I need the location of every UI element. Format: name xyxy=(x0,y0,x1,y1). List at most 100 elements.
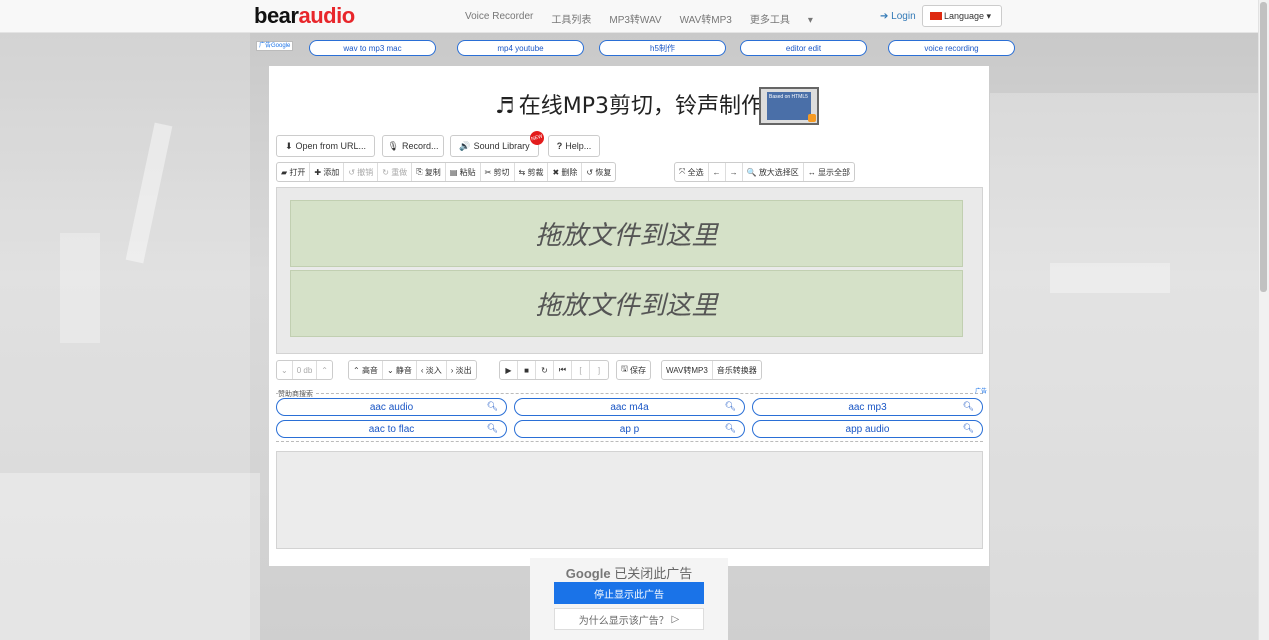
edit-toolbar: ▰ 打开 ✚ 添加 ↺ 撤销 ↻ 重做 ⎘ 复制 ▤ 粘贴 ✂ 剪切 ⇆ 剪裁 … xyxy=(276,162,617,182)
search-icon: 🔍︎ xyxy=(962,401,974,411)
sound-library-button[interactable]: 🔊 Sound Library NEW xyxy=(450,129,546,157)
open-button[interactable]: ▰ 打开 xyxy=(277,163,311,181)
logo[interactable]: bearaudio xyxy=(254,3,355,29)
play-icon xyxy=(808,114,816,122)
rewind-button[interactable]: ⏮ xyxy=(554,361,572,379)
ad-closed-message: Google 已关闭此广告 xyxy=(530,563,728,582)
volume-value: 0 db xyxy=(293,361,318,379)
drop-zone-top[interactable]: 拖放文件到这里 xyxy=(290,200,963,267)
nav-wav-to-mp3[interactable]: WAV转MP3 xyxy=(680,11,732,26)
copy-button[interactable]: ⎘ 复制 xyxy=(412,163,446,181)
restore-icon: ↺ xyxy=(586,167,596,177)
wav-to-mp3-button[interactable]: WAV转MP3 xyxy=(662,361,713,379)
restore-button[interactable]: ↺ 恢复 xyxy=(582,163,615,181)
sponsor-search-2[interactable]: aac m4a 🔍︎ xyxy=(514,398,745,416)
sound-library-label: Sound Library xyxy=(473,141,530,151)
volume-down-button[interactable]: ⌄ xyxy=(277,361,293,379)
cut-button[interactable]: ✂ 剪切 xyxy=(481,163,515,181)
nav-more-tools[interactable]: 更多工具 ▾ xyxy=(750,11,831,26)
stop-button[interactable]: ■ xyxy=(518,361,536,379)
top-navbar: bearaudio Voice Recorder 工具列表 MP3转WAV WA… xyxy=(0,0,1258,33)
paste-button[interactable]: ▤ 粘贴 xyxy=(446,163,481,181)
redo-button[interactable]: ↻ 重做 xyxy=(378,163,413,181)
loop-button[interactable]: ↻ xyxy=(536,361,554,379)
paste-icon: ▤ xyxy=(449,167,460,177)
close-icon: ✖ xyxy=(552,167,562,177)
marker-end-button[interactable]: ] xyxy=(590,361,608,379)
open-url-button[interactable]: ⬇ Open from URL... xyxy=(276,135,375,157)
sponsor-search-4[interactable]: aac to flac 🔍︎ xyxy=(276,420,507,438)
fade-out-button[interactable]: › 淡出 xyxy=(447,361,476,379)
why-ad-label: 为什么显示该广告？ xyxy=(578,615,669,627)
ad-link-5[interactable]: voice recording xyxy=(888,40,1015,56)
sponsor-search-5[interactable]: ap p 🔍︎ xyxy=(514,420,745,438)
nav-mp3-to-wav[interactable]: MP3转WAV xyxy=(609,11,661,26)
logo-text-audio: audio xyxy=(298,3,355,28)
ad-link-2[interactable]: mp4 youtube xyxy=(457,40,584,56)
nav-voice-recorder[interactable]: Voice Recorder xyxy=(465,11,533,26)
fade-in-button[interactable]: ‹ 淡入 xyxy=(417,361,447,379)
zoom-in-icon: 🔍 xyxy=(746,167,759,177)
arrow-left-icon: ← xyxy=(712,167,721,177)
sponsor-search-6[interactable]: app audio 🔍︎ xyxy=(752,420,983,438)
ad-link-1[interactable]: wav to mp3 mac xyxy=(309,40,436,56)
microphone-icon: 🎙 xyxy=(387,140,399,151)
volume-up-button[interactable]: ⌃ xyxy=(317,361,332,379)
why-this-ad-button[interactable]: 为什么显示该广告？ ▷ xyxy=(554,608,704,630)
login-link[interactable]: ➔ Login xyxy=(880,11,916,22)
playback-toolbar: ▶ ■ ↻ ⏮ [ ] xyxy=(499,360,609,380)
sponsor-search-1[interactable]: aac audio 🔍︎ xyxy=(276,398,507,416)
amplify-button[interactable]: ⌃ 高音 xyxy=(349,361,383,379)
sign-in-icon: ➔ xyxy=(880,11,889,22)
ad-link-3[interactable]: h5制作 xyxy=(599,40,726,56)
google-ad-badge[interactable]: 广告Google xyxy=(256,41,294,51)
html5-badge-text: Based on HTML5 xyxy=(769,94,808,100)
delete-button[interactable]: ✖ 删除 xyxy=(548,163,583,181)
login-label: Login xyxy=(891,11,916,22)
save-button[interactable]: 🖫 保存 xyxy=(617,361,650,379)
google-logo: Google xyxy=(565,566,611,581)
chevron-down-icon: ▾ xyxy=(807,15,813,26)
marker-start-button[interactable]: [ xyxy=(572,361,590,379)
mute-button[interactable]: ⌄ 静音 xyxy=(383,361,417,379)
skip-back-icon: ⏮ xyxy=(558,365,567,374)
folder-icon: ▰ xyxy=(281,167,290,177)
double-up-icon: ⌃ xyxy=(353,365,362,375)
editor-panel: ♬ 在线MP3剪切，铃声制作 Based on HTML5 ⬇ Open from … xyxy=(269,66,989,566)
page-scrollbar[interactable] xyxy=(1258,0,1269,640)
show-all-button[interactable]: ↔ 显示全部 xyxy=(804,163,854,181)
ad-corner-label[interactable]: 广告 xyxy=(975,386,987,395)
ad-choices-icon: ▷ xyxy=(671,613,680,625)
zoom-selection-button[interactable]: 🔍 放大选择区 xyxy=(743,163,804,181)
html5-badge: Based on HTML5 xyxy=(759,87,819,125)
music-converter-button[interactable]: 音乐转换器 xyxy=(713,361,761,379)
select-all-button[interactable]: ⤧ 全选 xyxy=(675,163,709,181)
chevron-down-icon: ⌄ xyxy=(281,365,288,375)
stop-showing-ad-button[interactable]: 停止显示此广告 xyxy=(554,582,704,604)
undo-icon: ↺ xyxy=(348,167,358,177)
double-down-icon: ⌄ xyxy=(386,365,396,375)
move-left-button[interactable]: ← xyxy=(709,163,726,181)
drop-zone-bottom[interactable]: 拖放文件到这里 xyxy=(290,270,963,337)
copy-icon: ⎘ xyxy=(416,167,425,176)
save-icon: 🖫 xyxy=(621,364,631,373)
play-button[interactable]: ▶ xyxy=(500,361,518,379)
expand-icon: ⤧ xyxy=(679,167,688,176)
question-icon: ? xyxy=(556,141,563,151)
save-toolbar: 🖫 保存 xyxy=(616,360,652,380)
add-button[interactable]: ✚ 添加 xyxy=(310,163,345,181)
move-right-button[interactable]: → xyxy=(726,163,743,181)
scroll-thumb[interactable] xyxy=(1260,2,1267,292)
nav-tools-list[interactable]: 工具列表 xyxy=(551,11,591,26)
ad-link-4[interactable]: editor edit xyxy=(740,40,867,56)
convert-toolbar: WAV转MP3 音乐转换器 xyxy=(661,360,762,380)
language-button[interactable]: Language ▾ xyxy=(922,5,1002,27)
record-button[interactable]: 🎙 Record... xyxy=(382,135,444,157)
bracket-left-icon: [ xyxy=(579,365,582,375)
undo-button[interactable]: ↺ 撤销 xyxy=(344,163,379,181)
help-button[interactable]: ? Help... xyxy=(548,135,600,157)
sponsor-search-3[interactable]: aac mp3 🔍︎ xyxy=(752,398,983,416)
trim-button[interactable]: ⇆ 剪裁 xyxy=(515,163,549,181)
effects-toolbar: ⌃ 高音 ⌄ 静音 ‹ 淡入 › 淡出 xyxy=(348,360,477,380)
waveform-area[interactable]: 拖放文件到这里 拖放文件到这里 xyxy=(276,187,983,354)
